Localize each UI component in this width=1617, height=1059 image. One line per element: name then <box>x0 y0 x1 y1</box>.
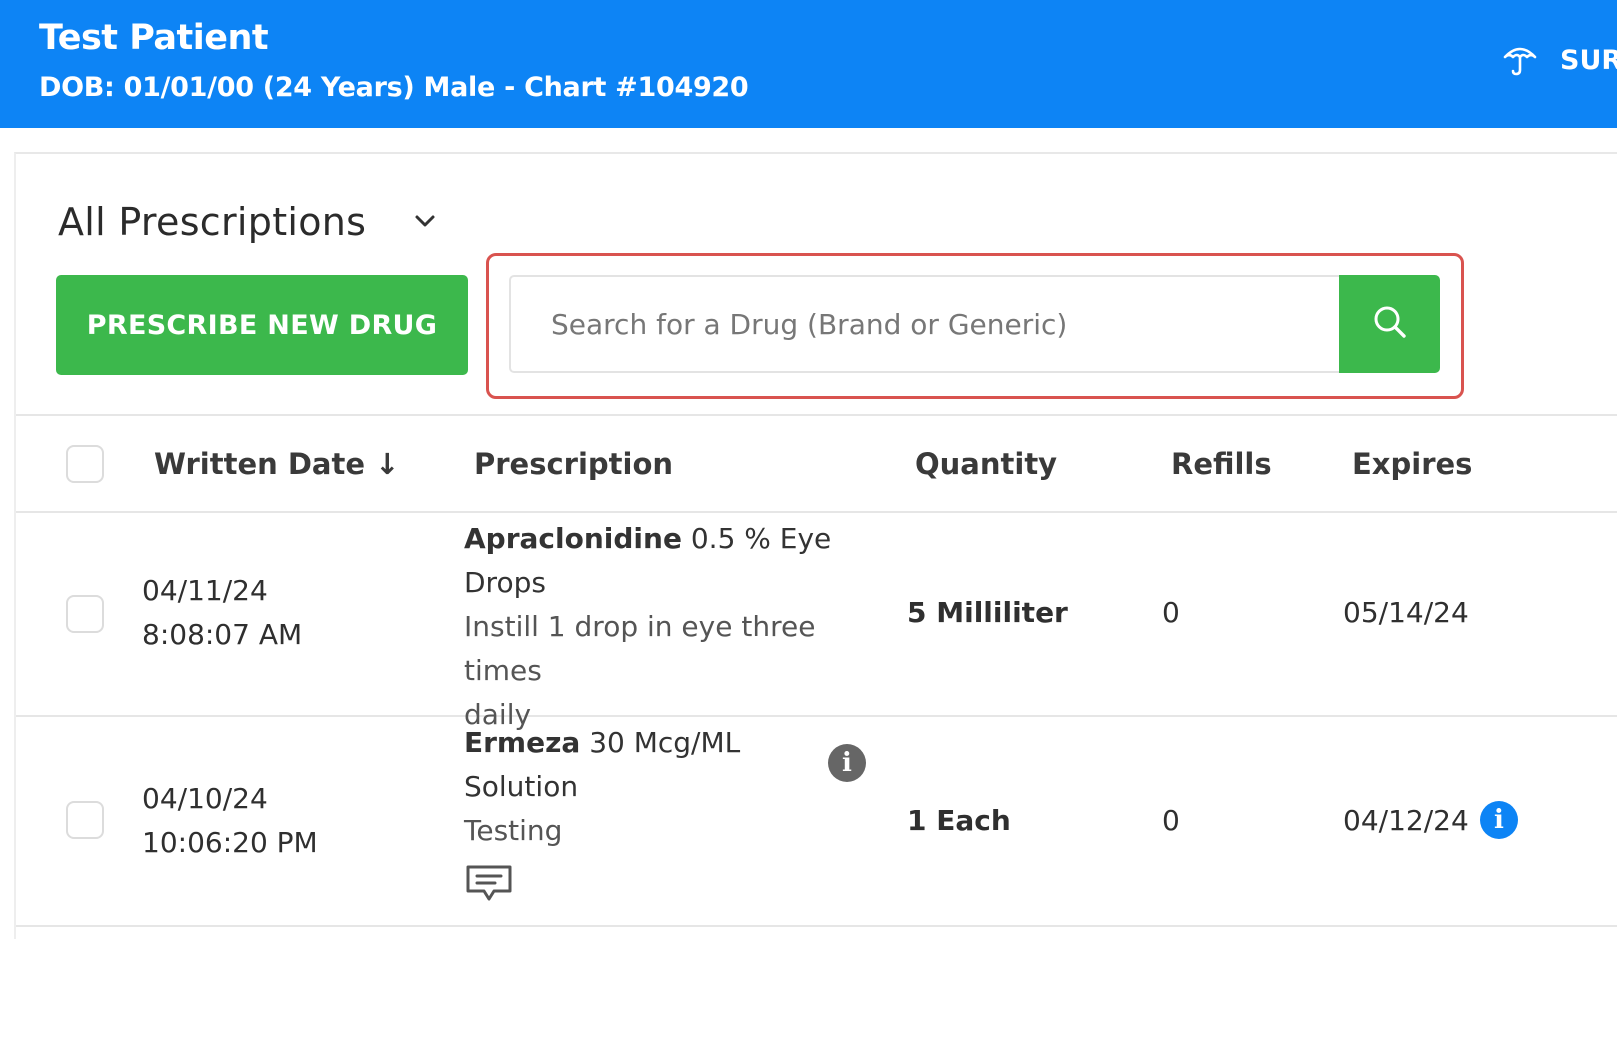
drug-strength: 30 Mcg/ML <box>580 726 741 759</box>
search-button[interactable] <box>1339 275 1440 373</box>
quantity-cell: 5 Milliliter <box>907 596 1068 629</box>
column-prescription[interactable]: Prescription <box>474 447 673 481</box>
written-time: 8:08:07 AM <box>142 618 303 651</box>
refills-cell: 0 <box>1162 804 1180 837</box>
sig-text: Instill 1 drop in eye three times <box>464 610 816 687</box>
column-written-date-label: Written Date <box>154 447 366 481</box>
drug-form: Drops <box>464 566 546 599</box>
drug-form: Solution <box>464 770 579 803</box>
prescription-cell[interactable]: Ermeza 30 Mcg/ML Solution Testing <box>464 721 844 853</box>
patient-header: Test Patient DOB: 01/01/00 (24 Years) Ma… <box>0 0 1617 128</box>
drug-search-field[interactable] <box>509 275 1340 373</box>
search-icon <box>1372 304 1408 344</box>
refills-cell: 0 <box>1162 596 1180 629</box>
table-row[interactable]: 04/10/24 10:06:20 PM Ermeza 30 Mcg/ML So… <box>16 717 1617 927</box>
sort-descending-icon: ↓ <box>375 447 400 481</box>
written-time: 10:06:20 PM <box>142 826 318 859</box>
header-right-menu[interactable]: SUR <box>1502 40 1617 80</box>
row-checkbox[interactable] <box>66 801 104 839</box>
view-title: All Prescriptions <box>58 200 367 244</box>
written-date: 04/11/24 <box>142 574 268 607</box>
quantity-cell: 1 Each <box>907 804 1011 837</box>
drug-name: Apraclonidine <box>464 522 682 555</box>
drug-name: Ermeza <box>464 726 581 759</box>
comment-icon[interactable] <box>464 863 514 909</box>
expires-cell: 04/12/24 <box>1343 804 1469 837</box>
patient-name: Test Patient <box>39 18 269 58</box>
expires-cell: 05/14/24 <box>1343 596 1469 629</box>
column-quantity[interactable]: Quantity <box>915 447 1057 481</box>
header-right-label: SUR <box>1560 44 1617 76</box>
prescription-cell[interactable]: Apraclonidine 0.5 % Eye Drops Instill 1 … <box>464 517 884 737</box>
prescribe-new-drug-button[interactable]: PRESCRIBE NEW DRUG <box>56 275 468 375</box>
sig-text: Testing <box>464 814 563 847</box>
table-header: Written Date ↓ Prescription Quantity Ref… <box>16 414 1617 513</box>
info-icon[interactable]: i <box>1480 801 1518 839</box>
prescriptions-panel: All Prescriptions PRESCRIBE NEW DRUG Wri… <box>14 152 1617 939</box>
umbrella-icon <box>1502 40 1538 80</box>
chevron-down-icon <box>414 213 436 232</box>
drug-strength: 0.5 % Eye <box>681 522 832 555</box>
info-icon[interactable]: i <box>828 744 866 782</box>
written-date-cell: 04/11/24 8:08:07 AM <box>142 569 302 657</box>
patient-details: DOB: 01/01/00 (24 Years) Male - Chart #1… <box>39 72 749 103</box>
written-date: 04/10/24 <box>142 782 268 815</box>
select-all-checkbox[interactable] <box>66 445 104 483</box>
table-row[interactable]: 04/11/24 8:08:07 AM Apraclonidine 0.5 % … <box>16 513 1617 731</box>
row-checkbox[interactable] <box>66 595 104 633</box>
column-written-date[interactable]: Written Date ↓ <box>154 447 399 481</box>
written-date-cell: 04/10/24 10:06:20 PM <box>142 777 318 865</box>
column-refills[interactable]: Refills <box>1171 447 1272 481</box>
prescription-view-dropdown[interactable]: All Prescriptions <box>58 200 436 244</box>
column-expires[interactable]: Expires <box>1352 447 1472 481</box>
drug-search-input[interactable] <box>551 277 1331 371</box>
